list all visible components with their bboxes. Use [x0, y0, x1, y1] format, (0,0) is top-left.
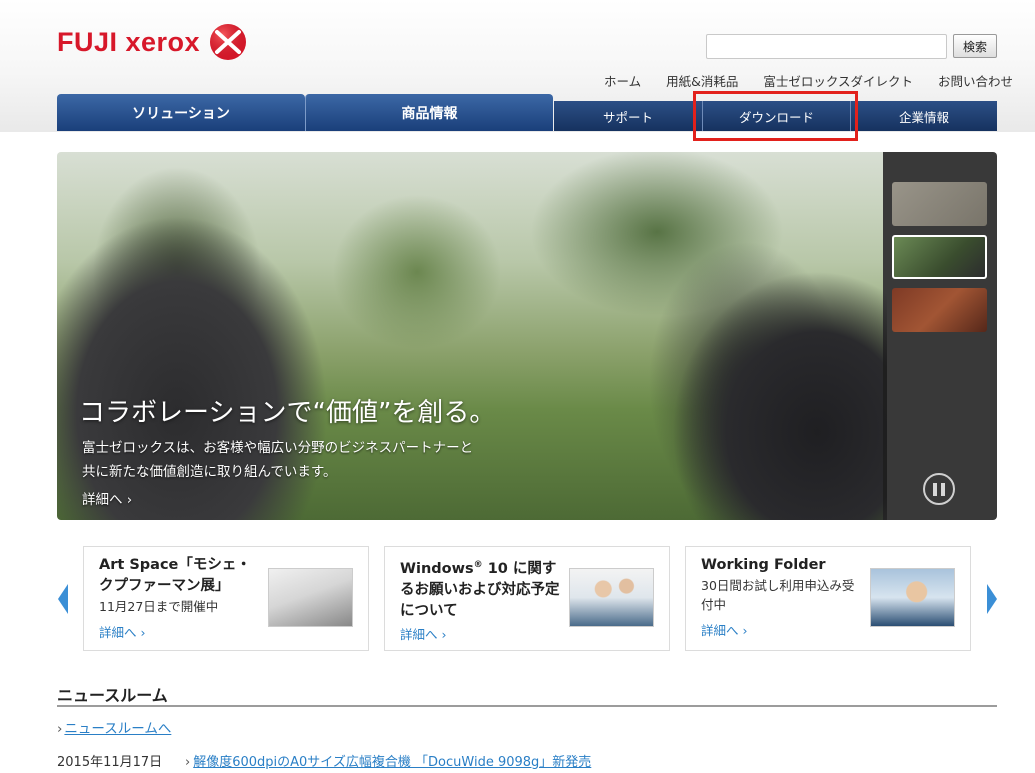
- util-link-supplies[interactable]: 用紙&消耗品: [666, 71, 738, 90]
- chevron-right-icon: ›: [57, 721, 63, 737]
- news-item: 2015年11月17日 › 解像度600dpiのA0サイズ広幅複合機 「DocuWi…: [57, 751, 591, 770]
- hero-description: 富士ゼロックスは、お客様や幅広い分野のビジネスパートナーと 共に新たな価値創造に…: [82, 436, 473, 484]
- nav-tab-support[interactable]: サポート: [554, 101, 702, 131]
- chevron-right-icon: ›: [185, 755, 191, 770]
- hero-thumbnail-collaboration[interactable]: [892, 235, 987, 279]
- hero-description-line: 共に新たな価値創造に取り組んでいます。: [82, 464, 337, 480]
- nav-tab-corporate[interactable]: 企業情報: [850, 101, 997, 131]
- card-more-link[interactable]: 詳細へ ›: [99, 622, 145, 641]
- newsroom-link[interactable]: › ニュースルームへ: [57, 717, 171, 737]
- card-subtitle: 11月27日まで開催中: [99, 599, 219, 614]
- person-silhouette: [617, 232, 887, 520]
- nav-tab-products[interactable]: 商品情報: [305, 94, 553, 131]
- pause-icon-bar: [941, 482, 945, 496]
- promo-card-windows10[interactable]: Windows® 10 に関するお願いおよび対応予定について 詳細へ ›: [384, 546, 670, 651]
- search-area: 検索: [706, 34, 997, 59]
- card-title: Art Space「モシェ・クプファーマン展」: [99, 557, 251, 594]
- search-button[interactable]: 検索: [953, 34, 997, 58]
- logo-text: FUJI xerox: [57, 26, 201, 57]
- hero-banner[interactable]: コラボレーションで“価値”を創る。 富士ゼロックスは、お客様や幅広い分野のビジネ…: [57, 152, 997, 520]
- news-heading: ニュースルーム: [57, 686, 168, 705]
- fuji-xerox-logo[interactable]: FUJI xerox: [57, 22, 248, 62]
- newsroom-link-label: ニュースルームへ: [64, 721, 172, 737]
- registered-mark: ®: [473, 560, 483, 570]
- util-link-home[interactable]: ホーム: [604, 71, 641, 90]
- pause-button[interactable]: [923, 473, 955, 505]
- hero-more-link[interactable]: 詳細へ ›: [82, 488, 132, 508]
- hero-thumbnail-pen[interactable]: [892, 182, 987, 226]
- promo-card-working-folder[interactable]: Working Folder 30日間お試し利用申込み受付中 詳細へ ›: [685, 546, 971, 651]
- card-subtitle: 30日間お試し利用申込み受付中: [701, 578, 855, 612]
- download-highlight-box: [693, 91, 858, 141]
- nav-tab-solutions[interactable]: ソリューション: [57, 94, 305, 131]
- card-title: Windows® 10 に関するお願いおよび対応予定について: [400, 555, 565, 622]
- carousel-prev-arrow-icon[interactable]: [58, 584, 68, 614]
- util-link-direct[interactable]: 富士ゼロックスダイレクト: [763, 71, 913, 90]
- promo-card-art-space[interactable]: Art Space「モシェ・クプファーマン展」 11月27日まで開催中 詳細へ …: [83, 546, 369, 651]
- news-divider: [57, 705, 997, 707]
- util-link-contact[interactable]: お問い合わせ: [938, 71, 1013, 90]
- search-input[interactable]: [706, 34, 947, 59]
- utility-nav: ホーム 用紙&消耗品 富士ゼロックスダイレクト お問い合わせ: [604, 71, 1013, 90]
- pause-icon-bar: [933, 482, 937, 496]
- hero-description-line: 富士ゼロックスは、お客様や幅広い分野のビジネスパートナーと: [82, 440, 474, 456]
- hero-thumbnail-panel: [883, 152, 997, 520]
- card-image-businesswoman: [870, 568, 955, 627]
- card-image-gallery: [268, 568, 353, 627]
- news-date: 2015年11月17日: [57, 755, 163, 770]
- card-more-link[interactable]: 詳細へ ›: [701, 620, 747, 639]
- card-more-link[interactable]: 詳細へ ›: [400, 624, 446, 643]
- xerox-sphere-icon: [210, 24, 247, 60]
- card-image-office: [569, 568, 654, 627]
- hero-thumbnail-track[interactable]: [892, 288, 987, 332]
- card-title-part: Windows: [400, 560, 474, 577]
- card-title: Working Folder: [701, 557, 826, 573]
- hero-title: コラボレーションで“価値”を創る。: [79, 398, 496, 428]
- news-title-link[interactable]: 解像度600dpiのA0サイズ広幅複合機 「DocuWide 9098g」新発売: [193, 755, 591, 770]
- carousel-next-arrow-icon[interactable]: [987, 584, 997, 614]
